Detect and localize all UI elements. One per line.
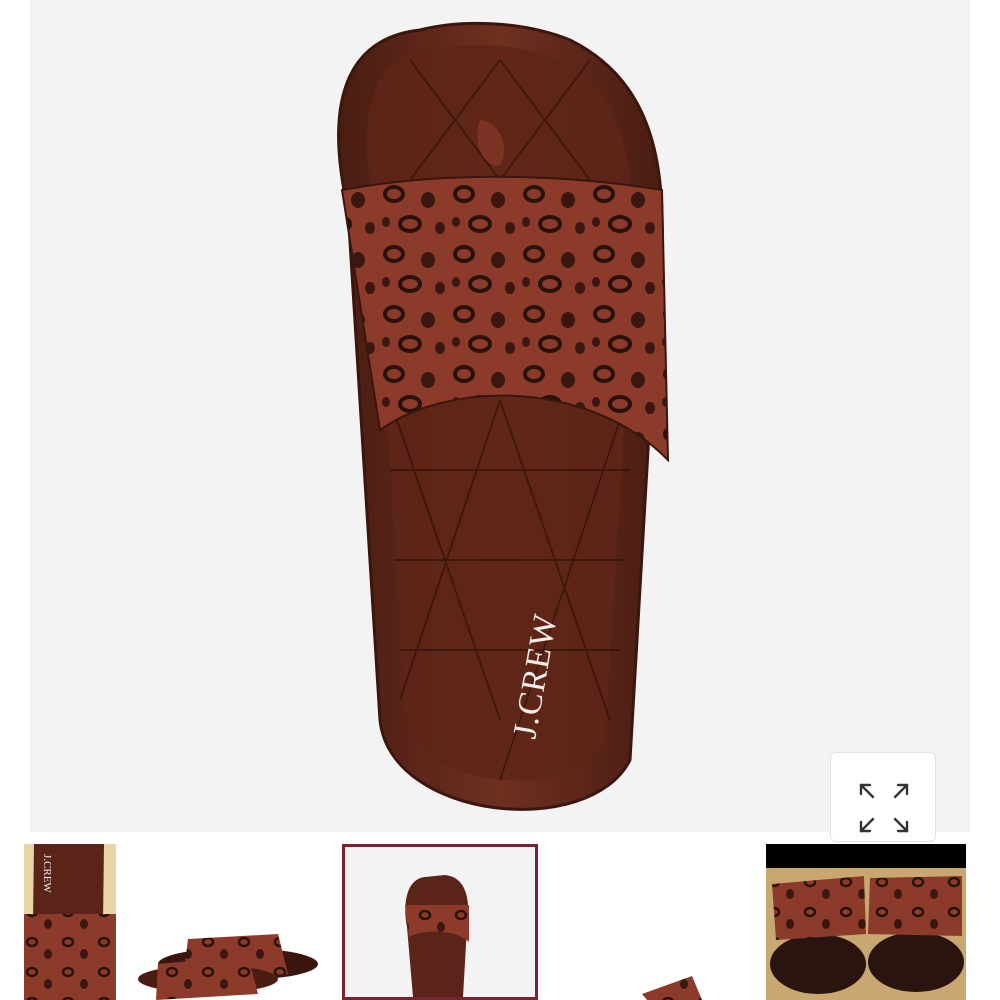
expand-arrows-icon bbox=[859, 783, 909, 833]
thumbnail-strip: J.CREW bbox=[0, 840, 1000, 1000]
thumbnail-3-selected[interactable] bbox=[342, 844, 538, 1000]
thumbnail-5[interactable] bbox=[766, 844, 966, 1000]
svg-text:J.CREW: J.CREW bbox=[41, 854, 53, 893]
thumbnail-1[interactable]: J.CREW bbox=[24, 844, 116, 1000]
thumbnail-2[interactable] bbox=[128, 844, 328, 1000]
main-product-image[interactable]: J.CREW bbox=[30, 0, 970, 832]
expand-button[interactable] bbox=[830, 752, 936, 842]
thumbnail-4[interactable] bbox=[552, 844, 752, 1000]
sandal-illustration: J.CREW bbox=[337, 21, 670, 811]
